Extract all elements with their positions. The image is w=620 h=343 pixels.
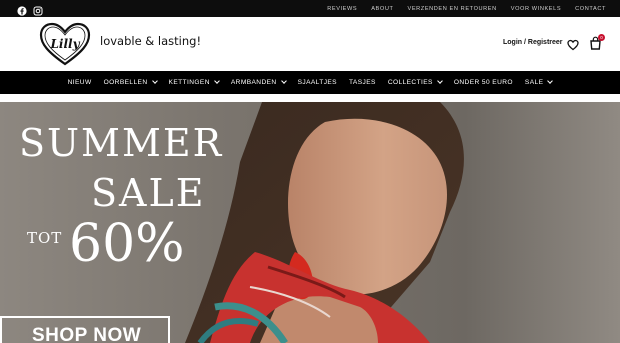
top-link-shipping[interactable]: VERZENDEN EN RETOUREN <box>408 6 497 12</box>
nav-item-label: KETTINGEN <box>168 79 210 86</box>
wishlist-icon[interactable] <box>567 38 579 51</box>
cart-count-badge: 0 <box>598 34 605 41</box>
top-link-reviews[interactable]: REVIEWS <box>327 6 357 12</box>
chevron-down-icon <box>437 78 443 84</box>
nav-item-label: ONDER 50 EURO <box>453 79 513 86</box>
chevron-down-icon <box>214 78 220 84</box>
top-links: REVIEWS ABOUT VERZENDEN EN RETOUREN VOOR… <box>327 0 606 17</box>
instagram-icon[interactable] <box>33 3 43 16</box>
nav-item-label: COLLECTIES <box>387 79 433 86</box>
shop-now-button[interactable]: SHOP NOW <box>0 316 170 343</box>
nav-item-collecties[interactable]: COLLECTIES <box>387 78 443 86</box>
nav-item-label: TASJES <box>348 79 376 86</box>
hero-line-tot: TOT <box>27 229 63 247</box>
facebook-icon[interactable] <box>17 3 27 16</box>
top-link-retailers[interactable]: VOOR WINKELS <box>511 6 561 12</box>
chevron-down-icon <box>280 78 287 84</box>
nav-item-oorbellen[interactable]: OORBELLEN <box>103 78 158 86</box>
login-link[interactable]: Login / Registreer <box>503 39 563 46</box>
nav-item-kettingen[interactable]: KETTINGEN <box>168 78 220 86</box>
nav-item-nieuw[interactable]: NIEUW <box>68 79 92 86</box>
nav-item-sjaaltjes[interactable]: SJAALTJES <box>298 79 337 86</box>
svg-text:Lilly: Lilly <box>49 37 80 51</box>
hero-line-summer: SUMMER <box>19 121 224 165</box>
hero-banner[interactable]: SUMMER SALE TOT 60% SHOP NOW <box>0 102 620 343</box>
tagline: lovable & lasting! <box>100 34 202 48</box>
nav-item-label: SALE <box>524 79 544 86</box>
top-link-contact[interactable]: CONTACT <box>575 6 606 12</box>
nav-item-onder-50-euro[interactable]: ONDER 50 EURO <box>454 79 513 86</box>
nav-item-sale[interactable]: SALE <box>524 78 554 86</box>
main-nav: NIEUW OORBELLEN KETTINGEN ARMBANDEN SJAALTJE… <box>0 71 620 94</box>
nav-item-label: SJAALTJES <box>297 79 337 86</box>
hero-discount: 60% <box>69 214 185 274</box>
nav-item-label: ARMBANDEN <box>230 79 277 86</box>
social-links <box>17 3 43 16</box>
chevron-down-icon <box>547 78 554 84</box>
top-link-about[interactable]: ABOUT <box>371 6 393 12</box>
hero-line-sale: SALE <box>91 171 206 215</box>
chevron-down-icon <box>151 78 158 84</box>
site-header: Lilly lovable & lasting! Login / Registr… <box>0 17 620 70</box>
nav-item-label: NIEUW <box>67 79 92 86</box>
top-bar: REVIEWS ABOUT VERZENDEN EN RETOUREN VOOR… <box>0 0 620 17</box>
nav-item-armbanden[interactable]: ARMBANDEN <box>230 78 287 86</box>
nav-item-label: OORBELLEN <box>103 79 148 86</box>
nav-item-tasjes[interactable]: TASJES <box>349 79 376 86</box>
logo[interactable]: Lilly <box>38 21 92 67</box>
